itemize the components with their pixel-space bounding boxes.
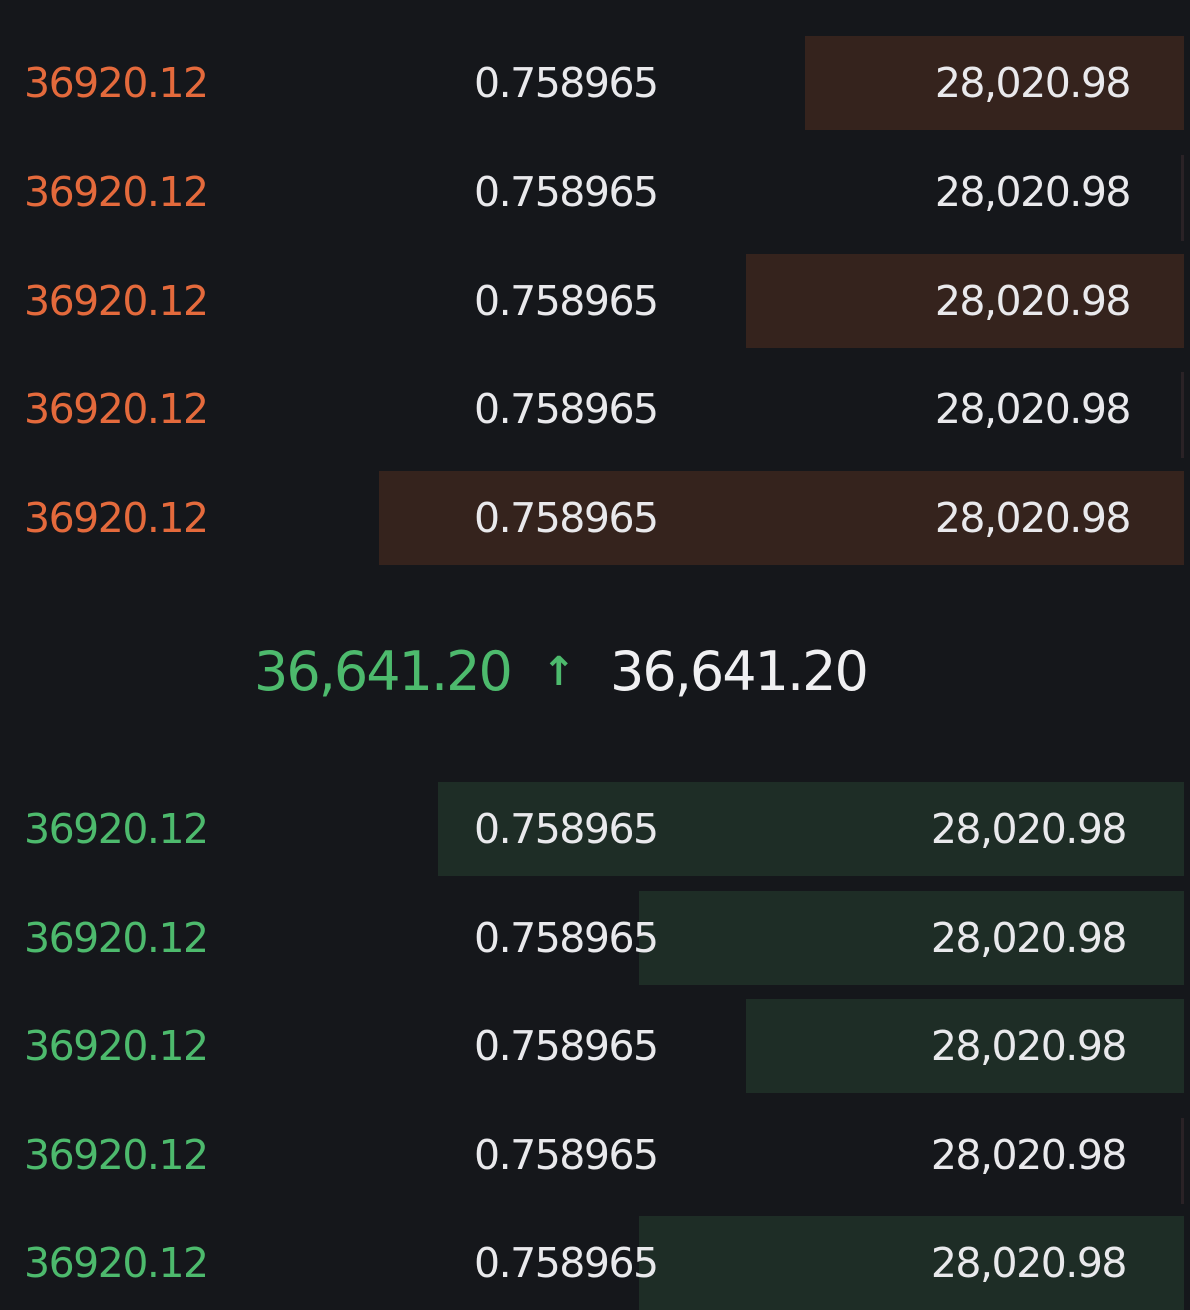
ask-amount: 0.758965 xyxy=(474,494,659,542)
ask-row[interactable]: 36920.12 0.758965 28,020.98 xyxy=(0,145,1190,241)
bid-price: 36920.12 xyxy=(24,1022,209,1070)
ask-price: 36920.12 xyxy=(24,494,209,542)
bid-row[interactable]: 36920.12 0.758965 28,020.98 xyxy=(0,891,1190,985)
ask-amount: 0.758965 xyxy=(474,168,659,216)
depth-edge xyxy=(1181,372,1184,458)
bid-total: 28,020.98 xyxy=(930,1022,1128,1070)
bid-row[interactable]: 36920.12 0.758965 28,020.98 xyxy=(0,782,1190,876)
mid-price-bar: 36,641.20 ↑ 36,641.20 xyxy=(0,620,1190,724)
bid-total: 28,020.98 xyxy=(930,805,1128,853)
depth-edge xyxy=(1181,1118,1184,1204)
bid-total: 28,020.98 xyxy=(930,1131,1128,1179)
ask-row[interactable]: 36920.12 0.758965 28,020.98 xyxy=(0,36,1190,130)
depth-edge xyxy=(1181,155,1184,241)
bid-amount: 0.758965 xyxy=(474,805,659,853)
ask-amount: 0.758965 xyxy=(474,385,659,433)
bid-amount: 0.758965 xyxy=(474,1022,659,1070)
bid-total: 28,020.98 xyxy=(930,1239,1128,1287)
ask-price: 36920.12 xyxy=(24,385,209,433)
ask-total: 28,020.98 xyxy=(934,277,1132,325)
ask-total: 28,020.98 xyxy=(934,168,1132,216)
bid-price: 36920.12 xyxy=(24,914,209,962)
ask-price: 36920.12 xyxy=(24,59,209,107)
bid-row[interactable]: 36920.12 0.758965 28,020.98 xyxy=(0,999,1190,1093)
ask-row[interactable]: 36920.12 0.758965 28,020.98 xyxy=(0,471,1190,565)
ask-row[interactable]: 36920.12 0.758965 28,020.98 xyxy=(0,254,1190,348)
bid-row[interactable]: 36920.12 0.758965 28,020.98 xyxy=(0,1216,1190,1310)
last-price: 36,641.20 xyxy=(254,640,513,703)
ask-total: 28,020.98 xyxy=(934,59,1132,107)
bid-amount: 0.758965 xyxy=(474,914,659,962)
mark-price: 36,641.20 xyxy=(610,640,869,703)
ask-total: 28,020.98 xyxy=(934,494,1132,542)
ask-amount: 0.758965 xyxy=(474,277,659,325)
ask-price: 36920.12 xyxy=(24,277,209,325)
arrow-up-icon: ↑ xyxy=(542,649,576,695)
ask-row[interactable]: 36920.12 0.758965 28,020.98 xyxy=(0,362,1190,458)
bid-price: 36920.12 xyxy=(24,1239,209,1287)
bid-row[interactable]: 36920.12 0.758965 28,020.98 xyxy=(0,1108,1190,1204)
bid-amount: 0.758965 xyxy=(474,1131,659,1179)
bid-total: 28,020.98 xyxy=(930,914,1128,962)
order-book: 36920.12 0.758965 28,020.98 36920.12 0.7… xyxy=(0,0,1190,1310)
ask-amount: 0.758965 xyxy=(474,59,659,107)
ask-total: 28,020.98 xyxy=(934,385,1132,433)
ask-price: 36920.12 xyxy=(24,168,209,216)
bid-amount: 0.758965 xyxy=(474,1239,659,1287)
bid-price: 36920.12 xyxy=(24,805,209,853)
bid-price: 36920.12 xyxy=(24,1131,209,1179)
